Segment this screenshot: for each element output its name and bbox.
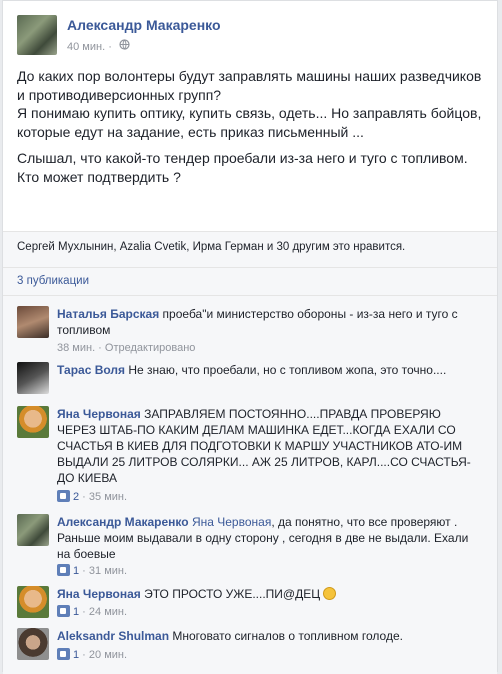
commenter-avatar[interactable] xyxy=(17,514,49,546)
comment-mention[interactable]: Яна Червоная xyxy=(192,515,271,529)
comment-body: Многовато сигналов о топливном голоде. xyxy=(169,629,403,643)
globe-icon[interactable] xyxy=(119,39,130,53)
comment-text: Наталья Барская проеба"и министерство об… xyxy=(57,306,483,338)
comment-time: · 24 мин. xyxy=(79,606,128,618)
post-time[interactable]: 40 мин. xyxy=(67,41,105,53)
like-icon[interactable] xyxy=(57,605,70,617)
comment-body: ЭТО ПРОСТО УЖЕ....ПИ@ДЕЦ xyxy=(140,587,321,601)
comment-text: Яна Червоная ЭТО ПРОСТО УЖЕ....ПИ@ДЕЦ xyxy=(57,586,483,602)
comment-time: · 20 мин. xyxy=(79,649,128,661)
likes-text[interactable]: Сергей Мухлынин, Azalia Cvetik, Ирма Гер… xyxy=(17,241,405,253)
commenter-avatar[interactable] xyxy=(17,362,49,394)
like-icon[interactable] xyxy=(57,564,70,576)
comment-text: Александр Макаренко Яна Червоная, да пон… xyxy=(57,514,483,562)
comment-meta: 2 · 35 мин. xyxy=(57,490,127,503)
comments-list: Наталья Барская проеба"и министерство об… xyxy=(3,295,497,674)
post-text: До каких пор волонтеры будут заправлять … xyxy=(17,67,487,194)
commenter-name[interactable]: Aleksandr Shulman xyxy=(57,629,169,643)
comment-text: Aleksandr Shulman Многовато сигналов о т… xyxy=(57,628,483,644)
commenter-avatar[interactable] xyxy=(17,306,49,338)
like-icon[interactable] xyxy=(57,648,70,660)
post-author-name[interactable]: Александр Макаренко xyxy=(67,17,221,33)
commenter-name[interactable]: Яна Червоная xyxy=(57,587,141,601)
comment-meta: 1 · 31 мин. xyxy=(57,564,127,577)
commenter-name[interactable]: Александр Макаренко xyxy=(57,515,189,529)
comment-text: Яна Червоная ЗАПРАВЛЯЕМ ПОСТОЯННО....ПРА… xyxy=(57,406,483,486)
post-meta-separator: · xyxy=(108,41,112,53)
confused-emoji-icon xyxy=(323,587,337,600)
shares-bar: 3 публикации xyxy=(3,267,497,296)
commenter-name[interactable]: Яна Червоная xyxy=(57,407,141,421)
comment-time: · 31 мин. xyxy=(79,565,128,577)
author-avatar[interactable] xyxy=(17,15,57,55)
comment-meta: 1 · 24 мин. xyxy=(57,605,127,618)
commenter-avatar[interactable] xyxy=(17,586,49,618)
shares-link[interactable]: 3 публикации xyxy=(17,275,89,287)
comment-time: · 35 мин. xyxy=(79,491,128,503)
comment-meta: 1 · 20 мин. xyxy=(57,648,127,661)
commenter-name[interactable]: Наталья Барская xyxy=(57,307,159,321)
comment-body: Не знаю, что проебали, но с топливом жоп… xyxy=(125,363,447,377)
commenter-avatar[interactable] xyxy=(17,406,49,438)
post-card: Александр Макаренко 40 мин. · До каких п… xyxy=(2,0,498,674)
comment-meta: 38 мин. · Отредактировано xyxy=(57,342,196,354)
like-icon[interactable] xyxy=(57,490,70,502)
comment-text: Тарас Воля Не знаю, что проебали, но с т… xyxy=(57,362,483,378)
post-paragraph: Слышал, что какой-то тендер проебали из-… xyxy=(17,150,468,185)
post-meta: 40 мин. · xyxy=(67,39,130,53)
post-paragraph: До каких пор волонтеры будут заправлять … xyxy=(17,68,482,140)
likes-summary: Сергей Мухлынин, Azalia Cvetik, Ирма Гер… xyxy=(3,231,497,268)
commenter-name[interactable]: Тарас Воля xyxy=(57,363,125,377)
commenter-avatar[interactable] xyxy=(17,628,49,660)
